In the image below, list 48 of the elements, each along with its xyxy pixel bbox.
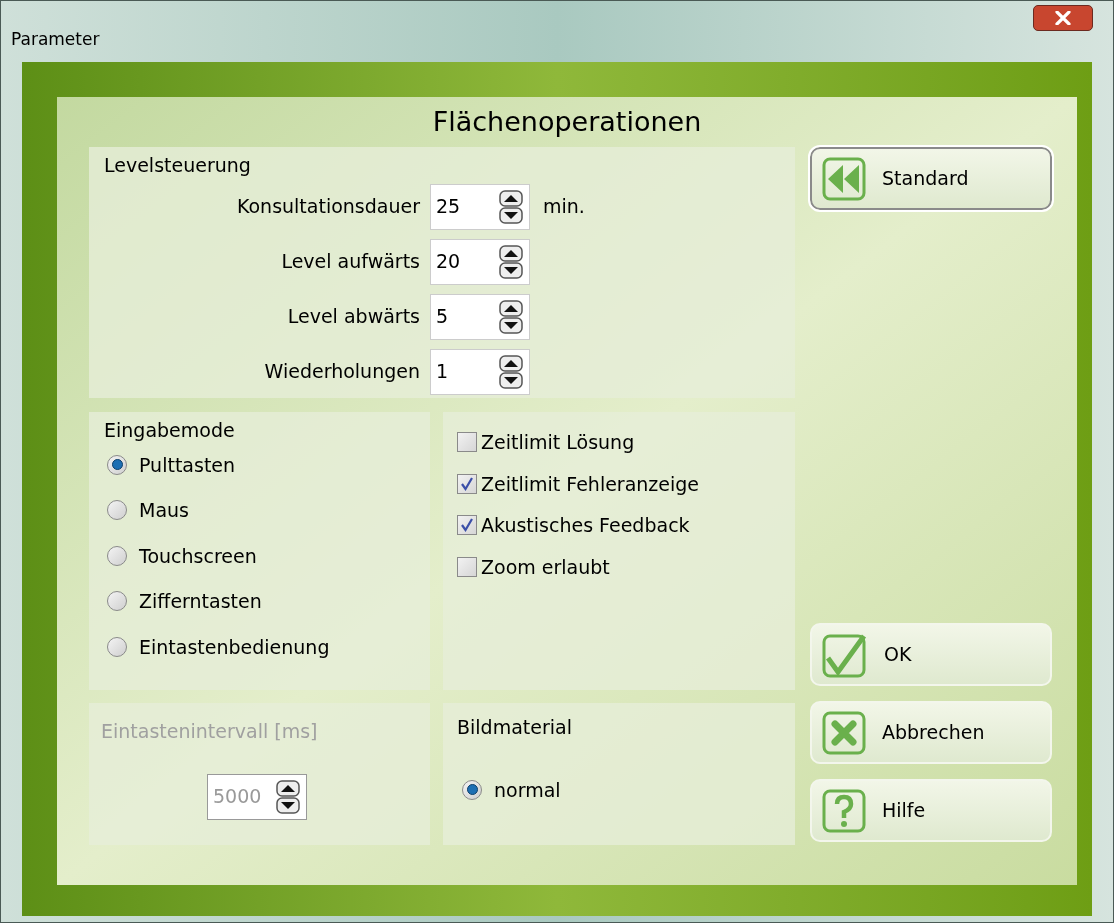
group-title: Bildmaterial — [457, 716, 572, 738]
radio-label: Zifferntasten — [139, 589, 262, 614]
cross-icon — [822, 710, 866, 755]
radio-label: Pulttasten — [139, 452, 236, 478]
spinner-icon[interactable] — [499, 354, 523, 389]
close-icon — [1055, 11, 1071, 25]
field-label: Level abwärts — [286, 304, 421, 330]
radio-button[interactable] — [462, 779, 482, 800]
spin-field[interactable]: 25 — [430, 183, 530, 230]
rewind-icon — [822, 156, 866, 201]
group-title: Levelsteuerung — [104, 154, 251, 176]
unit-label: min. — [543, 194, 585, 220]
spinner-icon[interactable] — [499, 244, 523, 279]
spin-field[interactable]: 5 — [430, 293, 530, 340]
field-label: Level aufwärts — [280, 249, 421, 275]
checkbox[interactable] — [457, 556, 477, 577]
radio-label: Eintastenbedienung — [139, 634, 330, 660]
dialog-button[interactable]: Abbrechen — [810, 701, 1052, 764]
field-label: Konsultationsdauer — [235, 194, 421, 220]
checkbox-label: Zeitlimit Fehleranzeige — [481, 471, 700, 497]
radio-label: Maus — [139, 498, 189, 523]
radio-label: normal — [494, 777, 561, 803]
spin-field[interactable]: 1 — [430, 348, 530, 395]
group-title: Eingabemode — [104, 419, 235, 441]
dialog-heading: Flächenoperationen — [432, 104, 702, 139]
question-mark-icon — [822, 788, 866, 833]
radio-button[interactable] — [107, 500, 127, 521]
spinner-icon[interactable] — [499, 189, 523, 224]
checkbox-label: Zoom erlaubt — [481, 554, 610, 580]
spinner-icon[interactable] — [499, 299, 523, 334]
checkbox[interactable] — [457, 473, 477, 494]
field-label: Wiederholungen — [263, 359, 421, 385]
dialog-button[interactable]: Hilfe — [810, 779, 1052, 842]
radio-label: Touchscreen — [139, 543, 257, 569]
radio-button[interactable] — [107, 454, 127, 475]
group-title: Eintastenintervall [ms] — [101, 719, 319, 744]
radio-button[interactable] — [107, 545, 127, 566]
radio-button[interactable] — [107, 591, 127, 612]
checkbox[interactable] — [457, 515, 477, 536]
dialog-button[interactable]: Standard — [810, 147, 1052, 210]
window-title: Parameter — [11, 28, 100, 51]
checkbox-label: Zeitlimit Lösung — [481, 430, 635, 455]
radio-button[interactable] — [107, 636, 127, 657]
dialog-button[interactable]: OK — [810, 623, 1052, 686]
spin-field[interactable]: 20 — [430, 238, 530, 285]
checkbox-label: Akustisches Feedback — [481, 513, 690, 538]
checkbox[interactable] — [457, 432, 477, 453]
close-button[interactable] — [1033, 5, 1093, 31]
